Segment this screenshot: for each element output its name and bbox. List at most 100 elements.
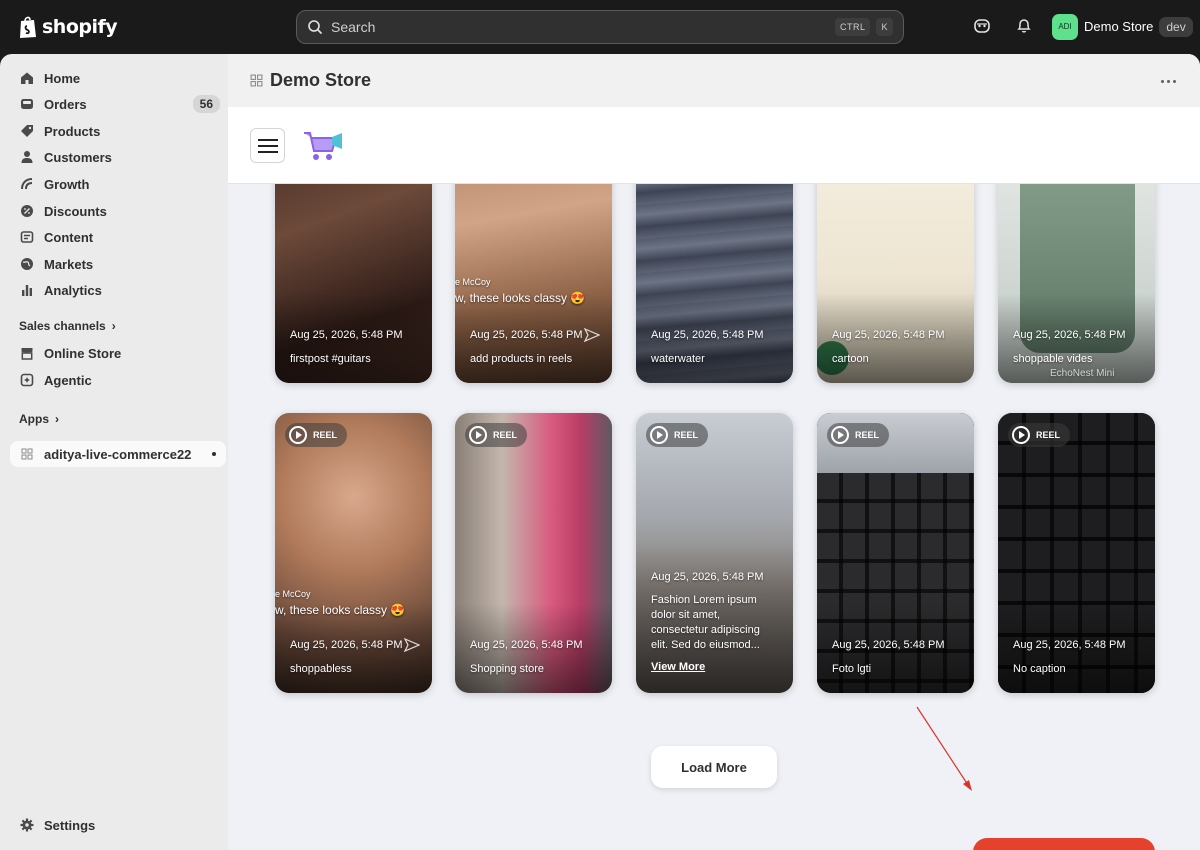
env-badge: dev: [1159, 16, 1193, 37]
app-header-bar: [228, 107, 1200, 184]
shopify-logo[interactable]: shopify: [18, 13, 118, 41]
reel-badge: REEL: [285, 423, 348, 447]
store-icon: [19, 345, 35, 361]
shortcut-ctrl: CTRL: [834, 18, 871, 36]
sidebar-item-growth[interactable]: Growth: [10, 171, 226, 197]
media-card[interactable]: REEL e McCoy w, these looks classy 😍 Aug…: [275, 413, 432, 693]
send-icon: [404, 637, 420, 653]
sidebar-item-analytics[interactable]: Analytics: [10, 277, 226, 303]
reel-badge: REEL: [827, 423, 890, 447]
chevron-right-icon: ›: [111, 319, 116, 333]
gear-icon: [19, 817, 35, 833]
load-more-button[interactable]: Load More: [651, 746, 777, 788]
sidebar-item-discounts[interactable]: Discounts: [10, 198, 226, 224]
growth-icon: [19, 176, 35, 192]
view-more-link[interactable]: View More: [651, 661, 705, 673]
sidebar-item-label: Discounts: [44, 203, 107, 219]
agentic-icon: [19, 372, 35, 388]
search-icon: [308, 20, 323, 35]
avatar: ADI: [1052, 13, 1078, 40]
notification-bell-icon[interactable]: [1013, 15, 1035, 37]
sales-channels-label: Sales channels: [19, 319, 106, 333]
sidebar-item-agentic[interactable]: Agentic: [10, 367, 226, 393]
orders-count-badge: 56: [192, 95, 220, 113]
page-header: Demo Store: [228, 54, 1200, 107]
card-date: Aug 25, 2026, 5:48 PM: [651, 329, 764, 341]
card-caption: shoppable vides: [1013, 353, 1093, 365]
send-icon: [584, 327, 600, 343]
sidebar-item-label: Agentic: [44, 372, 92, 388]
overlay-name: e McCoy: [275, 589, 311, 599]
card-caption: firstpost #guitars: [290, 353, 371, 365]
reel-badge: REEL: [646, 423, 709, 447]
cart-logo-icon: [304, 132, 342, 160]
apps-header[interactable]: Apps ›: [19, 412, 59, 426]
card-date: Aug 25, 2026, 5:48 PM: [470, 329, 583, 341]
sidebar-item-label: Customers: [44, 149, 112, 165]
discount-icon: [19, 203, 35, 219]
sidebar-item-label: aditya-live-commerce22: [44, 446, 192, 462]
sidebar-item-online-store[interactable]: Online Store: [10, 340, 226, 366]
play-icon: [289, 426, 307, 444]
card-date: Aug 25, 2026, 5:48 PM: [1013, 329, 1126, 341]
sidebar-item-label: Growth: [44, 176, 90, 192]
card-caption: waterwater: [651, 353, 705, 365]
card-date: Aug 25, 2026, 5:48 PM: [1013, 639, 1126, 651]
chevron-right-icon: ›: [55, 412, 59, 426]
card-caption: Foto lgti: [832, 663, 872, 675]
person-icon: [19, 149, 35, 165]
sidekick-icon[interactable]: [971, 15, 993, 37]
orders-icon: [19, 96, 35, 112]
card-caption: shoppabless: [290, 663, 352, 675]
app-grid-icon: [250, 74, 263, 87]
sidebar-item-label: Orders: [44, 96, 87, 112]
sidebar-item-content[interactable]: Content: [10, 224, 226, 250]
sidebar-item-customers[interactable]: Customers: [10, 144, 226, 170]
sidebar-item-label: Settings: [44, 817, 96, 833]
sidebar-item-label: Content: [44, 229, 94, 245]
play-icon: [831, 426, 849, 444]
overlay-name: e McCoy: [455, 277, 491, 287]
card-caption: No caption: [1013, 663, 1066, 675]
bar-chart-icon: [19, 282, 35, 298]
card-date: Aug 25, 2026, 5:48 PM: [832, 329, 945, 341]
sales-channels-header[interactable]: Sales channels ›: [19, 319, 116, 333]
sidebar-item-settings[interactable]: Settings: [10, 812, 226, 838]
overlay-comment: w, these looks classy 😍: [275, 603, 406, 617]
sidebar-item-orders[interactable]: Orders 56: [10, 91, 226, 117]
card-date: Aug 25, 2026, 5:48 PM: [470, 639, 583, 651]
play-icon: [1012, 426, 1030, 444]
media-card[interactable]: REEL Aug 25, 2026, 5:48 PM Shopping stor…: [455, 413, 612, 693]
sidebar-item-home[interactable]: Home: [10, 65, 226, 91]
apps-label: Apps: [19, 412, 49, 426]
tag-icon: [19, 123, 35, 139]
media-card[interactable]: REEL Aug 25, 2026, 5:48 PM No caption: [998, 413, 1155, 693]
main-panel: Demo Store Aug 25, 2026, 5:48 PM firstpo…: [228, 54, 1200, 850]
home-icon: [19, 70, 35, 86]
hamburger-menu-icon[interactable]: [250, 128, 285, 163]
card-date: Aug 25, 2026, 5:48 PM: [290, 639, 403, 651]
media-card[interactable]: REEL Aug 25, 2026, 5:48 PM Fashion Lorem…: [636, 413, 793, 693]
page-title: Demo Store: [270, 70, 372, 90]
globe-icon: [19, 256, 35, 272]
overlay-comment: w, these looks classy 😍: [455, 291, 586, 305]
store-name: Demo Store: [1084, 19, 1154, 34]
content-icon: [19, 229, 35, 245]
reel-badge: REEL: [465, 423, 528, 447]
sidebar-item-active-app[interactable]: aditya-live-commerce22: [10, 441, 226, 467]
search-bar[interactable]: Search CTRL K: [296, 10, 904, 44]
disconnect-instagram-button[interactable]: Disconnect Instagram: [973, 838, 1155, 850]
shortcut-key: K: [876, 18, 893, 36]
card-date: Aug 25, 2026, 5:48 PM: [651, 571, 764, 583]
sidebar-item-products[interactable]: Products: [10, 118, 226, 144]
top-bar: shopify Search CTRL K ADI Demo Store dev: [0, 0, 1200, 54]
store-switcher[interactable]: ADI Demo Store dev: [1052, 13, 1193, 40]
sidebar-item-markets[interactable]: Markets: [10, 251, 226, 277]
search-placeholder: Search: [331, 19, 376, 35]
media-card[interactable]: REEL Aug 25, 2026, 5:48 PM Foto lgti: [817, 413, 974, 693]
play-icon: [650, 426, 668, 444]
overlay-extra: EchoNest Mini: [1050, 368, 1115, 379]
reel-badge: REEL: [1008, 423, 1071, 447]
more-actions-icon[interactable]: [1161, 80, 1176, 83]
app-grid-icon: [19, 446, 35, 462]
